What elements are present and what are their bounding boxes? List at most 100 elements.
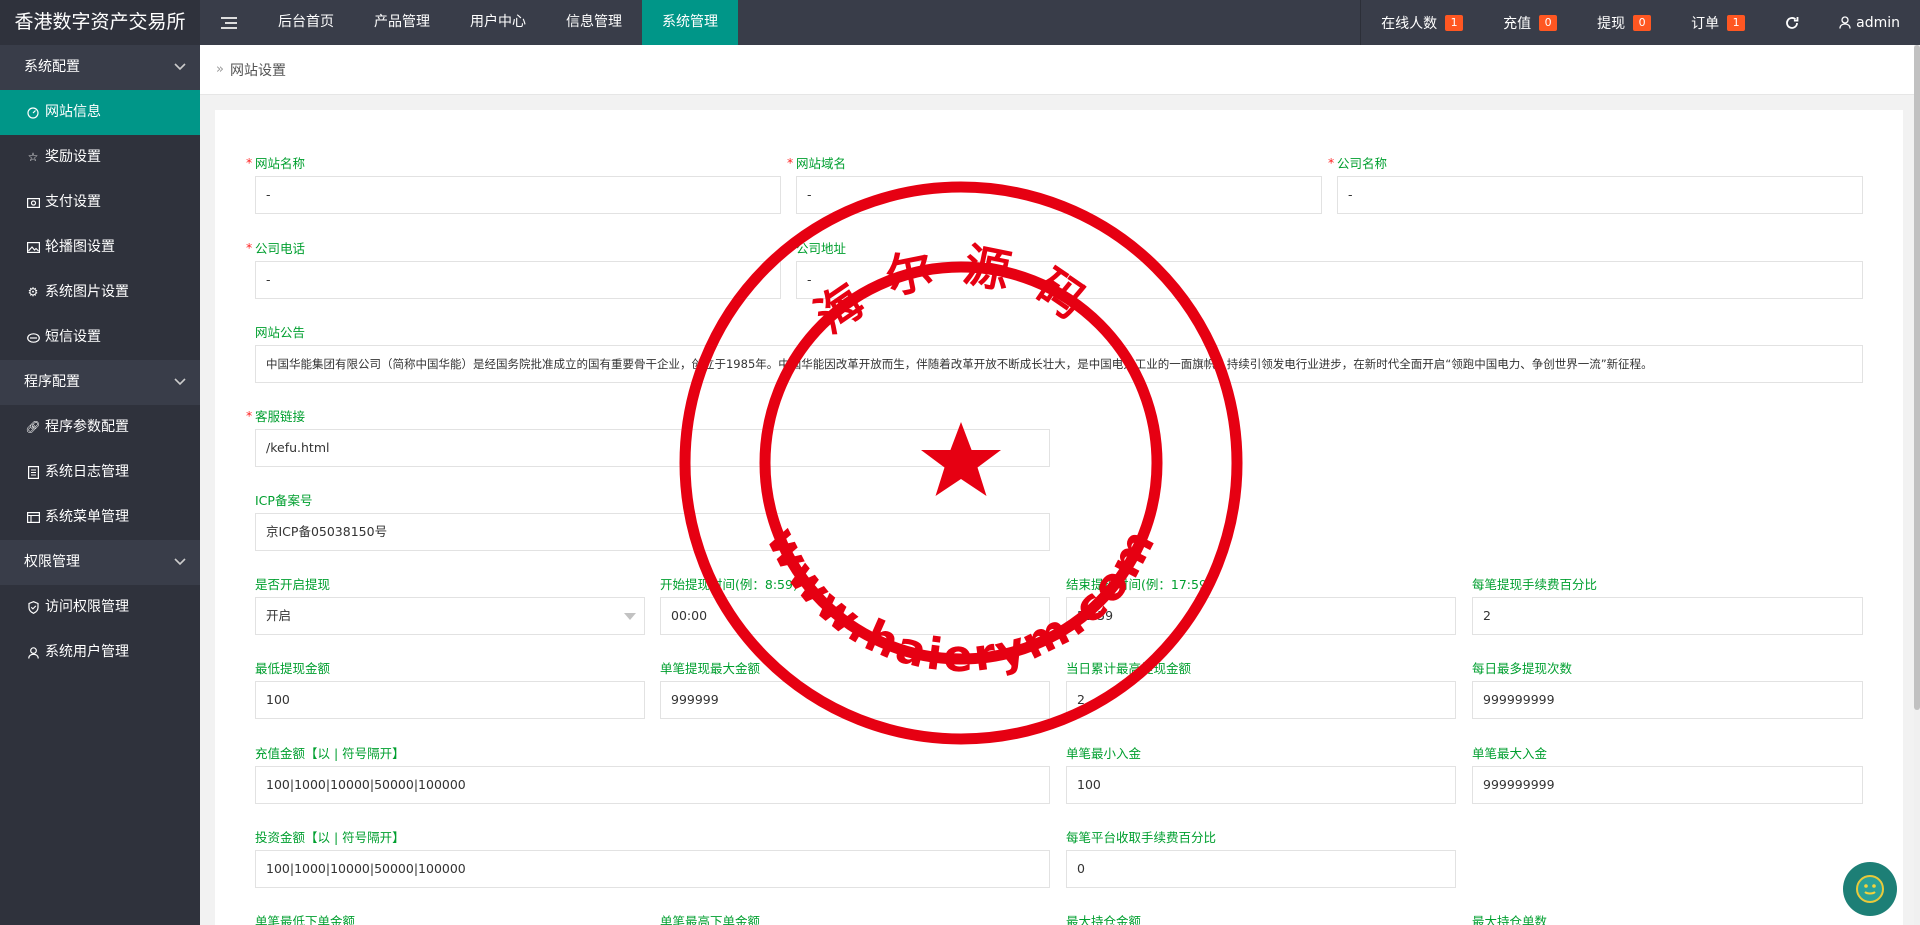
sidebar-item-label: 程序参数配置 [45, 419, 129, 435]
site-domain-input[interactable]: - [796, 176, 1322, 214]
sidebar-group-program-config[interactable]: 程序配置 [0, 360, 200, 405]
icp-input[interactable]: 京ICP备05038150号 [255, 513, 1050, 551]
recharge-amounts-input[interactable]: 100|1000|10000|50000|100000 [255, 766, 1050, 804]
withdraw-enabled-value: 开启 [266, 608, 292, 623]
sidebar-item-reward[interactable]: ☆ 奖励设置 [0, 135, 200, 180]
online-users[interactable]: 在线人数 1 [1361, 0, 1483, 45]
withdraw-fee-input[interactable]: 2 [1472, 597, 1863, 635]
deposit-min-label: 单笔最小入金 [1066, 746, 1142, 761]
sidebar-item-carousel[interactable]: 轮播图设置 [0, 225, 200, 270]
page-scrollbar[interactable] [1914, 45, 1920, 925]
field-withdraw-max-daily: 当日累计最高提现金额 2 [1066, 660, 1456, 719]
site-domain-label: * 网站域名 [787, 155, 847, 171]
field-order-min: 单笔最低下单金额 [255, 913, 645, 925]
company-address-input[interactable]: - [796, 261, 1863, 299]
withdraw-min-label: 最低提现金额 [255, 661, 331, 676]
recharge-notice[interactable]: 充值 0 [1483, 0, 1577, 45]
withdraw-start-input[interactable]: 00:00 [660, 597, 1050, 635]
withdraw-end-label: 结束提现时间(例：17:59) [1066, 577, 1212, 592]
sidebar-item-label: 奖励设置 [45, 149, 101, 165]
top-bar: 香港数字资产交易所 后台首页 产品管理 用户中心 信息管理 系统管理 在线人数 … [0, 0, 1920, 45]
chat-float-button[interactable] [1843, 862, 1897, 916]
field-invest-amounts: 投资金额【以 | 符号隔开】 100|1000|10000|50000|1000… [255, 829, 1050, 888]
sidebar-group-permissions[interactable]: 权限管理 [0, 540, 200, 585]
sidebar-item-label: 支付设置 [45, 194, 101, 210]
sidebar-item-program-params[interactable]: 🔗︎ 程序参数配置 [0, 405, 200, 450]
orders-label: 订单 [1691, 15, 1720, 32]
sidebar-item-site-info[interactable]: 网站信息 [0, 90, 200, 135]
dashboard-icon [25, 106, 41, 119]
sidebar-item-system-images[interactable]: ⚙ 系统图片设置 [0, 270, 200, 315]
log-icon [25, 466, 41, 479]
online-label: 在线人数 [1381, 15, 1438, 32]
field-withdraw-fee: 每笔提现手续费百分比 2 [1472, 576, 1863, 635]
menu-icon [25, 512, 41, 523]
withdraw-fee-label: 每笔提现手续费百分比 [1472, 577, 1598, 592]
sidebar-item-payment[interactable]: 支付设置 [0, 180, 200, 225]
platform-fee-input[interactable]: 0 [1066, 850, 1456, 888]
sidebar-item-sms[interactable]: 短信设置 [0, 315, 200, 360]
sidebar-item-label: 系统图片设置 [45, 284, 129, 300]
site-notice-input[interactable]: 中国华能集团有限公司（简称中国华能）是经国务院批准成立的国有重要骨干企业，创立于… [255, 345, 1863, 383]
company-name-label: * 公司名称 [1328, 155, 1388, 171]
field-site-domain: * 网站域名 - [787, 155, 1322, 214]
deposit-max-input[interactable]: 999999999 [1472, 766, 1863, 804]
withdraw-min-input[interactable]: 100 [255, 681, 645, 719]
sidebar: 系统配置 网站信息 ☆ 奖励设置 支付设置 轮播图设置 ⚙ 系统图片设置 短信设… [0, 45, 200, 925]
site-notice-label: 网站公告 [255, 325, 306, 340]
sidebar-item-label: 短信设置 [45, 329, 101, 345]
service-link-input[interactable]: /kefu.html [255, 429, 1050, 467]
double-chevron-right-icon: » [216, 62, 224, 77]
invest-amounts-input[interactable]: 100|1000|10000|50000|100000 [255, 850, 1050, 888]
position-max-amount-label: 最大持仓金额 [1066, 914, 1142, 925]
sidebar-item-access-permissions[interactable]: 访问权限管理 [0, 585, 200, 630]
scrollbar-thumb[interactable] [1914, 45, 1920, 710]
deposit-min-input[interactable]: 100 [1066, 766, 1456, 804]
site-name-input[interactable]: - [255, 176, 781, 214]
top-right-bar: 在线人数 1 充值 0 提现 0 订单 1 admin [1360, 0, 1920, 45]
company-name-input[interactable]: - [1337, 176, 1863, 214]
nav-home[interactable]: 后台首页 [258, 0, 354, 45]
withdraw-max-single-label: 单笔提现最大金额 [660, 661, 761, 676]
nav-products[interactable]: 产品管理 [354, 0, 450, 45]
withdraw-max-daily-label: 当日累计最高提现金额 [1066, 661, 1192, 676]
settings-panel: * 网站名称 - * 网站域名 - * 公司名称 - * 公司电话 - 公司地址 - 网… [215, 110, 1903, 925]
link-icon: 🔗︎ [25, 420, 41, 434]
withdraw-notice[interactable]: 提现 0 [1577, 0, 1671, 45]
field-company-name: * 公司名称 - [1328, 155, 1863, 214]
sidebar-item-system-menus[interactable]: 系统菜单管理 [0, 495, 200, 540]
sidebar-group-system-config[interactable]: 系统配置 [0, 45, 200, 90]
orders-notice[interactable]: 订单 1 [1671, 0, 1765, 45]
field-withdraw-min: 最低提现金额 100 [255, 660, 645, 719]
group-title: 权限管理 [24, 554, 80, 570]
order-min-label: 单笔最低下单金额 [255, 914, 356, 925]
breadcrumb-current[interactable]: 网站设置 [230, 60, 286, 80]
nav-system[interactable]: 系统管理 [642, 0, 738, 45]
withdraw-enabled-select[interactable]: 开启 [255, 597, 645, 635]
chevron-down-icon [174, 45, 186, 90]
sidebar-item-system-users[interactable]: 系统用户管理 [0, 630, 200, 675]
company-address-label: 公司地址 [796, 241, 847, 256]
field-withdraw-times: 每日最多提现次数 999999999 [1472, 660, 1863, 719]
nav-info[interactable]: 信息管理 [546, 0, 642, 45]
company-phone-input[interactable]: - [255, 261, 781, 299]
shield-icon [25, 601, 41, 614]
invest-amounts-label: 投资金额【以 | 符号隔开】 [255, 830, 405, 845]
withdraw-times-input[interactable]: 999999999 [1472, 681, 1863, 719]
withdraw-max-single-input[interactable]: 999999 [660, 681, 1050, 719]
user-icon [25, 646, 41, 659]
withdraw-start-label: 开始提现时间(例：8:59) [660, 577, 798, 592]
image-icon [25, 242, 41, 253]
order-max-label: 单笔最高下单金额 [660, 914, 761, 925]
refresh-icon[interactable] [1765, 0, 1819, 45]
star-icon: ☆ [27, 150, 39, 164]
user-menu[interactable]: admin [1819, 0, 1920, 45]
nav-users[interactable]: 用户中心 [450, 0, 546, 45]
menu-toggle-icon[interactable] [200, 0, 258, 45]
service-link-label: * 客服链接 [246, 408, 306, 424]
withdraw-end-input[interactable]: 23:59 [1066, 597, 1456, 635]
field-recharge-amounts: 充值金额【以 | 符号隔开】 100|1000|10000|50000|1000… [255, 745, 1050, 804]
app-logo-title[interactable]: 香港数字资产交易所 [0, 0, 200, 45]
sidebar-item-system-logs[interactable]: 系统日志管理 [0, 450, 200, 495]
withdraw-max-daily-input[interactable]: 2 [1066, 681, 1456, 719]
